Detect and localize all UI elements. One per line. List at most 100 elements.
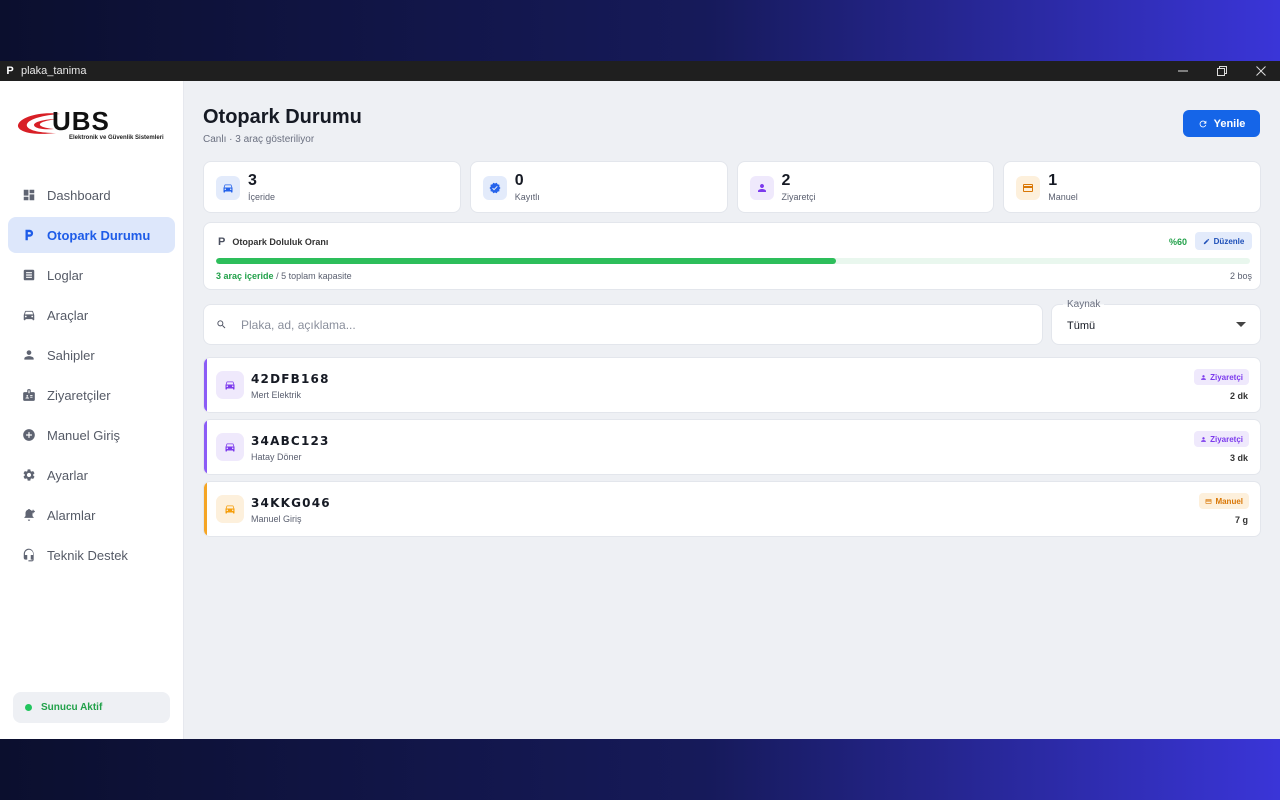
window-controls — [1163, 61, 1280, 81]
parking-icon: P — [218, 236, 226, 248]
search-input[interactable] — [241, 317, 1021, 332]
window-title: plaka_tanima — [21, 65, 87, 77]
app-window: P plaka_tanima UBS Elektronik ve Güvenli… — [0, 61, 1280, 739]
refresh-button[interactable]: Yenile — [1183, 110, 1260, 137]
parking-icon — [22, 228, 36, 242]
refresh-icon — [1199, 120, 1206, 127]
pencil-icon — [1203, 238, 1209, 244]
person-icon — [749, 176, 774, 200]
server-status-label: Sunucu Aktif — [41, 702, 103, 713]
desktop-background — [0, 739, 1280, 800]
sidebar-item-loglar[interactable]: Loglar — [8, 257, 175, 293]
sidebar-item-label: Alarmlar — [47, 507, 96, 523]
vehicle-duration: 2 dk — [1229, 391, 1248, 401]
minimize-icon — [1177, 70, 1188, 72]
occupancy-title: P Otopark Doluluk Oranı — [218, 236, 328, 248]
sidebar-item-label: Teknik Destek — [47, 547, 128, 563]
vehicle-row[interactable]: 34ABC123 Hatay Döner Ziyaretçi 3 dk — [203, 419, 1261, 475]
vehicle-owner: Hatay Döner — [251, 452, 302, 462]
restore-icon — [1216, 66, 1227, 76]
stat-label: Manuel — [1048, 192, 1078, 202]
badge-icon — [22, 388, 36, 402]
sidebar-nav: Dashboard Otopark Durumu Loglar Araçlar … — [8, 177, 175, 577]
sidebar-item-teknik-destek[interactable]: Teknik Destek — [8, 537, 175, 573]
vehicle-accent-bar — [204, 358, 207, 412]
search-icon — [217, 320, 226, 329]
vehicle-duration: 7 g — [1234, 515, 1248, 525]
gear-icon — [22, 468, 36, 482]
vehicle-list: 42DFB168 Mert Elektrik Ziyaretçi 2 dk 34… — [203, 357, 1261, 543]
occupancy-progress-bar — [216, 258, 1250, 264]
stat-card-registered: 0 Kayıtlı — [469, 161, 728, 213]
stat-card-inside: 3 İçeride — [203, 161, 461, 213]
sidebar-item-otopark-durumu[interactable]: Otopark Durumu — [8, 217, 175, 253]
close-button[interactable] — [1241, 61, 1280, 81]
sidebar-item-araclar[interactable]: Araçlar — [8, 297, 175, 333]
car-icon — [216, 495, 244, 523]
vehicle-plate: 34ABC123 — [251, 434, 330, 448]
car-icon — [22, 308, 36, 322]
logo-text: UBS — [52, 106, 110, 136]
page-title: Otopark Durumu — [203, 106, 362, 128]
logo-subtitle: Elektronik ve Güvenlik Sistemleri — [69, 135, 164, 141]
vehicle-row[interactable]: 42DFB168 Mert Elektrik Ziyaretçi 2 dk — [203, 357, 1261, 413]
vehicle-accent-bar — [204, 420, 207, 474]
edit-capacity-button[interactable]: Düzenle — [1195, 232, 1252, 250]
occupancy-free-text: 2 boş — [1229, 271, 1252, 281]
person-icon — [1201, 436, 1206, 442]
occupancy-summary: 3 araç içeride / 5 toplam kapasite — [216, 271, 352, 281]
dashboard-icon — [22, 188, 36, 202]
vehicle-plate: 34KKG046 — [251, 496, 331, 510]
stats-row: 3 İçeride 0 Kayıtlı 2 Ziyaretçi 1 Manuel — [203, 161, 1261, 213]
sidebar-item-label: Ziyaretçiler — [47, 387, 111, 403]
source-badge: Ziyaretçi — [1194, 431, 1249, 447]
status-dot-icon — [25, 704, 32, 711]
source-badge: Ziyaretçi — [1194, 369, 1249, 385]
close-icon — [1255, 66, 1266, 76]
chevron-down-icon — [1236, 322, 1246, 327]
search-box[interactable] — [203, 304, 1043, 345]
occupancy-percent: %60 — [1168, 237, 1187, 247]
source-filter-select[interactable]: Kaynak Tümü — [1051, 299, 1261, 345]
sidebar-item-alarmlar[interactable]: Alarmlar — [8, 497, 175, 533]
person-icon — [1201, 374, 1206, 380]
add-circle-icon — [22, 428, 36, 442]
page-subtitle: Canlı · 3 araç gösteriliyor — [203, 134, 315, 145]
occupancy-title-label: Otopark Doluluk Oranı — [232, 237, 329, 247]
source-filter-label: Kaynak — [1063, 299, 1105, 310]
edit-label: Düzenle — [1213, 236, 1245, 246]
sidebar-item-manuel-giris[interactable]: Manuel Giriş — [8, 417, 175, 453]
car-icon — [216, 371, 244, 399]
stat-value: 0 — [514, 172, 524, 189]
maximize-button[interactable] — [1202, 61, 1241, 81]
person-icon — [22, 348, 36, 362]
stat-value: 1 — [1048, 172, 1058, 189]
sidebar: UBS Elektronik ve Güvenlik Sistemleri Da… — [0, 81, 184, 739]
log-icon — [22, 268, 36, 282]
sidebar-item-label: Araçlar — [47, 307, 89, 323]
headset-icon — [22, 548, 36, 562]
sidebar-item-sahipler[interactable]: Sahipler — [8, 337, 175, 373]
refresh-label: Yenile — [1213, 117, 1246, 130]
sidebar-item-ayarlar[interactable]: Ayarlar — [8, 457, 175, 493]
source-badge-label: Ziyaretçi — [1210, 434, 1243, 444]
sidebar-item-label: Manuel Giriş — [47, 427, 120, 443]
sidebar-item-label: Dashboard — [47, 187, 111, 203]
sidebar-item-label: Ayarlar — [47, 467, 88, 483]
stat-label: Ziyaretçi — [781, 192, 816, 202]
car-icon — [216, 176, 240, 200]
title-bar: P plaka_tanima — [0, 61, 1280, 81]
sidebar-item-label: Loglar — [47, 267, 84, 283]
vehicle-plate: 42DFB168 — [251, 372, 330, 386]
verified-icon — [482, 176, 507, 200]
main-content: Otopark Durumu Canlı · 3 araç gösteriliy… — [184, 81, 1280, 739]
sidebar-item-ziyaretciler[interactable]: Ziyaretçiler — [8, 377, 175, 413]
card-icon — [1016, 176, 1041, 200]
company-logo[interactable]: UBS Elektronik ve Güvenlik Sistemleri — [16, 107, 176, 147]
occupancy-progress-fill — [216, 258, 837, 264]
car-icon — [216, 433, 244, 461]
sidebar-item-dashboard[interactable]: Dashboard — [8, 177, 175, 213]
minimize-button[interactable] — [1163, 61, 1202, 81]
stat-card-manual: 1 Manuel — [1003, 161, 1261, 213]
vehicle-row[interactable]: 34KKG046 Manuel Giriş Manuel 7 g — [203, 481, 1261, 537]
